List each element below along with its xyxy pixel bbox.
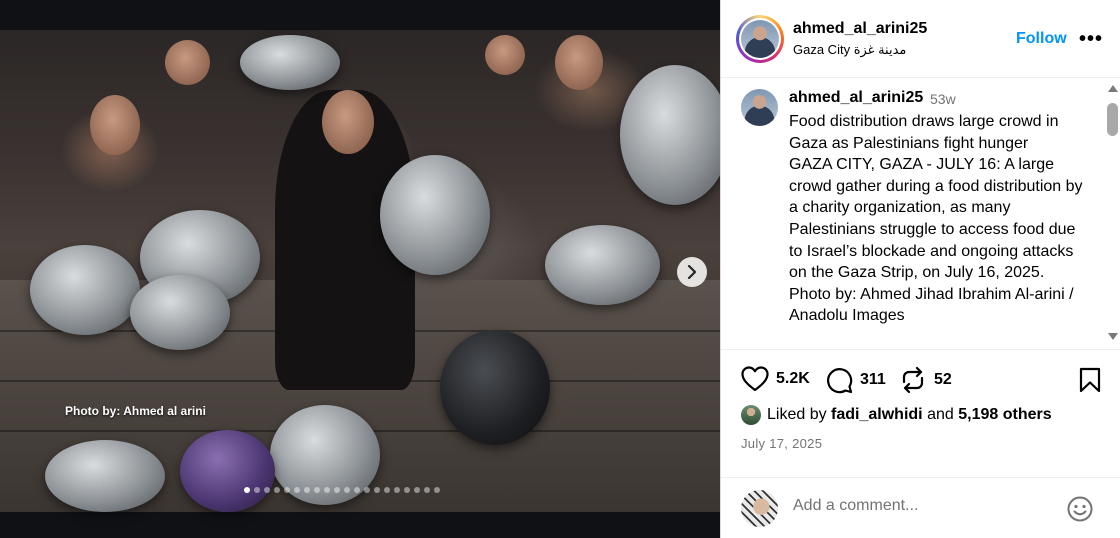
liked-by-row: Liked by fadi_alwhidi and 5,198 others [741, 405, 1052, 425]
carousel-dot [324, 487, 330, 493]
caption-text: Food distribution draws large crowd in G… [789, 113, 1083, 325]
post-photo[interactable] [0, 30, 720, 512]
girl-face [322, 90, 374, 154]
carousel-dot [314, 487, 320, 493]
liked-by-prefix: Liked by [767, 406, 827, 423]
repost-count[interactable]: 52 [934, 371, 952, 389]
carousel-dot [394, 487, 400, 493]
comment-icon [827, 368, 853, 394]
carousel-dot [244, 487, 250, 493]
repost-button[interactable]: 52 [899, 366, 952, 394]
caption-area: ahmed_al_arini25 53w Food distribution d… [721, 79, 1120, 349]
caption-time[interactable]: 53w [930, 91, 956, 107]
like-button[interactable]: 5.2K [741, 366, 810, 392]
child-face [165, 40, 210, 85]
pot [440, 330, 550, 445]
caption-username[interactable]: ahmed_al_arini25 [789, 89, 923, 107]
comment-input[interactable] [793, 497, 1043, 515]
carousel-dot [254, 487, 260, 493]
post-actions: 5.2K 311 52 Liked by fadi_alwhidi and 5,… [721, 349, 1120, 538]
pot [545, 225, 660, 305]
pot [240, 35, 340, 90]
photo-credit: Photo by: Ahmed al arini [65, 404, 206, 418]
comment-button[interactable]: 311 [825, 366, 886, 394]
carousel-dot [384, 487, 390, 493]
chevron-right-icon [687, 265, 697, 279]
like-count[interactable]: 5.2K [776, 370, 810, 388]
repost-icon [902, 366, 924, 394]
viewer-avatar [741, 490, 778, 527]
carousel-dot [364, 487, 370, 493]
carousel-dot [304, 487, 310, 493]
pot [30, 245, 140, 335]
avatar-image [741, 20, 779, 58]
bookmark-icon[interactable] [1078, 367, 1102, 398]
pot [45, 440, 165, 512]
carousel-dot [434, 487, 440, 493]
child-face [90, 95, 140, 155]
carousel-dot [424, 487, 430, 493]
liked-by-and: and [927, 406, 954, 423]
carousel-indicator [244, 487, 440, 493]
comment-bar [721, 477, 1120, 538]
post-media: Photo by: Ahmed al arini [0, 0, 720, 538]
child-face [555, 35, 603, 90]
child-face [485, 35, 525, 75]
carousel-dot [264, 487, 270, 493]
next-photo-button[interactable] [677, 257, 707, 287]
pot [620, 65, 720, 205]
author-username[interactable]: ahmed_al_arini25 [793, 20, 927, 38]
pot [130, 275, 230, 350]
heart-icon [741, 366, 769, 392]
author-avatar[interactable] [736, 15, 784, 63]
carousel-dot [274, 487, 280, 493]
pot [180, 430, 275, 512]
carousel-dot [284, 487, 290, 493]
post-location[interactable]: Gaza City مدينة غزة [793, 42, 906, 58]
carousel-dot [414, 487, 420, 493]
follow-button[interactable]: Follow [1016, 30, 1067, 48]
liked-by-others[interactable]: 5,198 others [958, 406, 1051, 424]
more-horizontal-icon[interactable]: ••• [1079, 28, 1103, 51]
post-date[interactable]: July 17, 2025 [741, 436, 822, 451]
post-details: ahmed_al_arini25 Gaza City مدينة غزة Fol… [720, 0, 1120, 538]
liked-by-user[interactable]: fadi_alwhidi [831, 406, 923, 424]
carousel-dot [344, 487, 350, 493]
caption-scrollbar[interactable] [1103, 79, 1120, 349]
carousel-dot [404, 487, 410, 493]
comment-count[interactable]: 311 [860, 371, 886, 389]
carousel-dot [294, 487, 300, 493]
liked-by-avatar[interactable] [741, 405, 761, 425]
scroll-thumb[interactable] [1107, 103, 1118, 136]
pot [380, 155, 490, 275]
carousel-dot [334, 487, 340, 493]
scroll-down-arrow-icon[interactable] [1108, 333, 1118, 340]
post-header: ahmed_al_arini25 Gaza City مدينة غزة Fol… [721, 0, 1120, 78]
caption-avatar[interactable] [741, 89, 778, 126]
carousel-dot [374, 487, 380, 493]
carousel-dot [354, 487, 360, 493]
emoji-icon[interactable] [1066, 495, 1094, 528]
scroll-up-arrow-icon[interactable] [1108, 85, 1118, 92]
